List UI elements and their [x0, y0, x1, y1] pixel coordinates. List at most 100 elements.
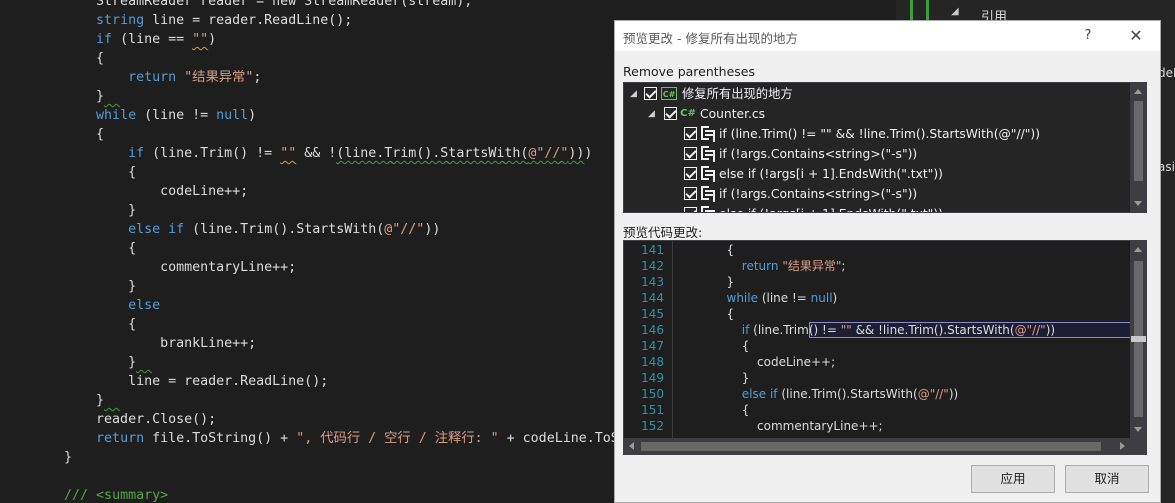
tree-root-label: 修复所有出现的地方 [682, 87, 793, 101]
code-line[interactable]: StreamReader reader = new StreamReader(s… [32, 0, 472, 11]
code-line[interactable]: if (line == "") [32, 30, 216, 49]
checkbox-checked-icon[interactable] [684, 127, 697, 140]
line-number: 150 [641, 387, 664, 401]
code-token: string [96, 13, 145, 28]
expand-triangle-icon[interactable]: ◢ [648, 104, 655, 124]
cancel-button[interactable]: 取消 [1065, 465, 1149, 493]
code-token: ; [841, 259, 846, 273]
code-token: (line.Trim().StartsWith( [184, 222, 385, 237]
code-line[interactable]: { [32, 163, 136, 182]
code-token: if [168, 222, 185, 237]
code-line[interactable]: /// <summary> [32, 486, 168, 503]
scroll-down-icon[interactable] [1134, 201, 1142, 206]
apply-button[interactable]: 应用 [971, 465, 1055, 493]
scroll-up-icon[interactable] [1134, 89, 1142, 94]
code-line[interactable]: } [32, 391, 120, 410]
dialog-titlebar[interactable]: 预览更改 - 修复所有出现的地方 ? ✕ [615, 21, 1160, 51]
code-token: (line.Trim() != [144, 146, 281, 161]
expand-triangle-icon[interactable]: ◢ [951, 6, 959, 17]
help-icon[interactable]: ? [1077, 25, 1099, 47]
line-number: 149 [641, 371, 664, 385]
code-line[interactable]: return file.ToString() + ", 代码行 / 空行 / 注… [32, 429, 675, 448]
expand-triangle-icon[interactable]: ◢ [630, 84, 637, 104]
code-token: null [810, 291, 833, 305]
checkbox-checked-icon[interactable] [644, 87, 657, 100]
code-token: "" [840, 323, 852, 337]
code-line[interactable]: if (line.Trim() != "" && !(line.Trim().S… [32, 144, 592, 163]
checkbox-checked-icon[interactable] [684, 207, 697, 212]
preview-vertical-scrollbar[interactable] [1130, 241, 1146, 438]
code-line[interactable]: } [32, 87, 120, 106]
code-line[interactable]: } [32, 448, 72, 467]
code-line[interactable]: } [32, 201, 136, 220]
code-line[interactable]: else [32, 296, 160, 315]
code-token: } [32, 393, 105, 408]
preview-code-line: codeLine++; [696, 354, 835, 370]
code-token: brankLine++; [32, 336, 257, 351]
code-preview-pane[interactable]: 141 142 143 144 145 146 147 148 149 150 151 152 { r… [623, 240, 1147, 455]
code-line[interactable]: } [32, 353, 152, 372]
preview-code-line: { [696, 338, 750, 354]
scroll-up-icon[interactable] [1134, 247, 1142, 252]
preview-horizontal-scrollbar[interactable] [624, 438, 1130, 454]
code-token: { [696, 307, 735, 321]
preview-code-line: { [696, 402, 750, 418]
code-line[interactable]: return "结果异常"; [32, 68, 261, 87]
scroll-right-icon[interactable] [1120, 442, 1125, 450]
code-line[interactable]: { [32, 49, 104, 68]
code-line[interactable]: reader.Close(); [32, 410, 216, 429]
preview-code-label: 预览代码更改: [623, 225, 703, 240]
code-token: line = reader.ReadLine(); [144, 13, 353, 28]
code-token: return [741, 259, 779, 273]
code-token: )) [948, 387, 959, 401]
line-number: 143 [641, 275, 664, 289]
code-token: (line != [758, 291, 811, 305]
code-token: if [128, 146, 145, 161]
code-line[interactable]: brankLine++; [32, 334, 256, 353]
code-token: (line == [112, 32, 193, 47]
code-line[interactable]: while (line != null) [32, 106, 256, 125]
code-line[interactable]: string line = reader.ReadLine(); [32, 11, 352, 30]
changes-tree[interactable]: ◢ C# 修复所有出现的地方 ◢ C# Counter.cs if (line.… [623, 82, 1147, 213]
code-token: return [96, 431, 145, 446]
tree-change-label: else if (!args[i + 1].EndsWith(".txt")) [719, 167, 943, 181]
code-token: else [128, 222, 161, 237]
code-line[interactable]: codeLine++; [32, 182, 248, 201]
code-line[interactable]: } [32, 277, 136, 296]
code-token: line = reader.ReadLine(); [32, 374, 329, 389]
code-line[interactable]: { [32, 125, 104, 144]
scroll-down-icon[interactable] [1134, 427, 1142, 432]
preview-code-line: } [696, 370, 750, 386]
preview-code-line: { [696, 306, 735, 322]
code-line[interactable]: commentaryLine++; [32, 258, 296, 277]
preview-code-line: while (line != null) [696, 290, 838, 306]
code-token: } [32, 279, 137, 294]
scroll-thumb[interactable] [1134, 101, 1143, 181]
scroll-thumb[interactable] [641, 442, 1101, 451]
close-icon[interactable]: ✕ [1123, 25, 1149, 47]
code-token: && ! [296, 146, 337, 161]
checkbox-checked-icon[interactable] [664, 107, 677, 120]
code-line[interactable]: line = reader.ReadLine(); [32, 372, 328, 391]
tree-vertical-scrollbar[interactable] [1130, 83, 1146, 212]
code-line[interactable]: { [32, 315, 136, 334]
code-token: StreamReader reader = new StreamReader(s… [32, 0, 473, 9]
checkbox-checked-icon[interactable] [684, 147, 697, 160]
code-token: commentaryLine++; [32, 260, 297, 275]
code-change-icon [701, 146, 715, 162]
scroll-left-icon[interactable] [629, 442, 634, 450]
checkbox-checked-icon[interactable] [684, 167, 697, 180]
code-token: @"//" [384, 222, 425, 237]
code-token: while [726, 291, 758, 305]
code-token: ", 代码行 / 空行 / 注释行: " [296, 431, 499, 446]
change-marker [910, 0, 913, 20]
checkbox-checked-icon[interactable] [684, 187, 697, 200]
code-line[interactable]: else if (line.Trim().StartsWith(@"//")) [32, 220, 440, 239]
code-line[interactable]: { [32, 239, 136, 258]
code-token: { [696, 243, 735, 257]
tree-file-label: Counter.cs [700, 107, 766, 121]
